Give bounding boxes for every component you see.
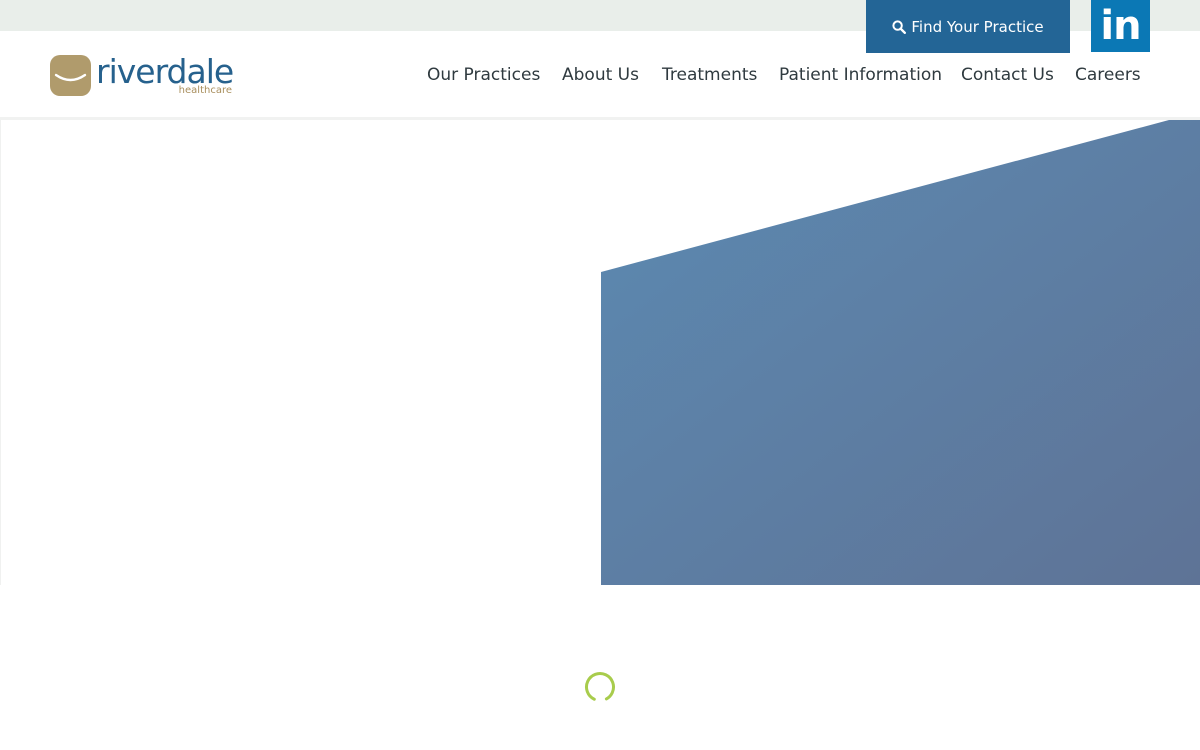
nav-item-about-us[interactable]: About Us [562,61,639,89]
nav-item-contact-us[interactable]: Contact Us [961,61,1054,89]
main-nav: Our Practices About Us Treatments Patien… [0,61,1200,91]
linkedin-label: in [1100,3,1141,49]
hero-angled-panel [601,120,1200,585]
nav-item-our-practices[interactable]: Our Practices [427,61,540,89]
hero-banner [0,120,1200,585]
nav-item-careers[interactable]: Careers [1075,61,1141,89]
search-icon [892,19,907,34]
find-your-practice-label: Find Your Practice [911,17,1044,36]
linkedin-icon[interactable]: in [1091,0,1150,52]
nav-item-patient-information[interactable]: Patient Information [779,61,942,89]
find-your-practice-button[interactable]: Find Your Practice [866,0,1070,53]
nav-item-treatments[interactable]: Treatments [662,61,757,89]
loading-spinner-icon [584,671,616,703]
